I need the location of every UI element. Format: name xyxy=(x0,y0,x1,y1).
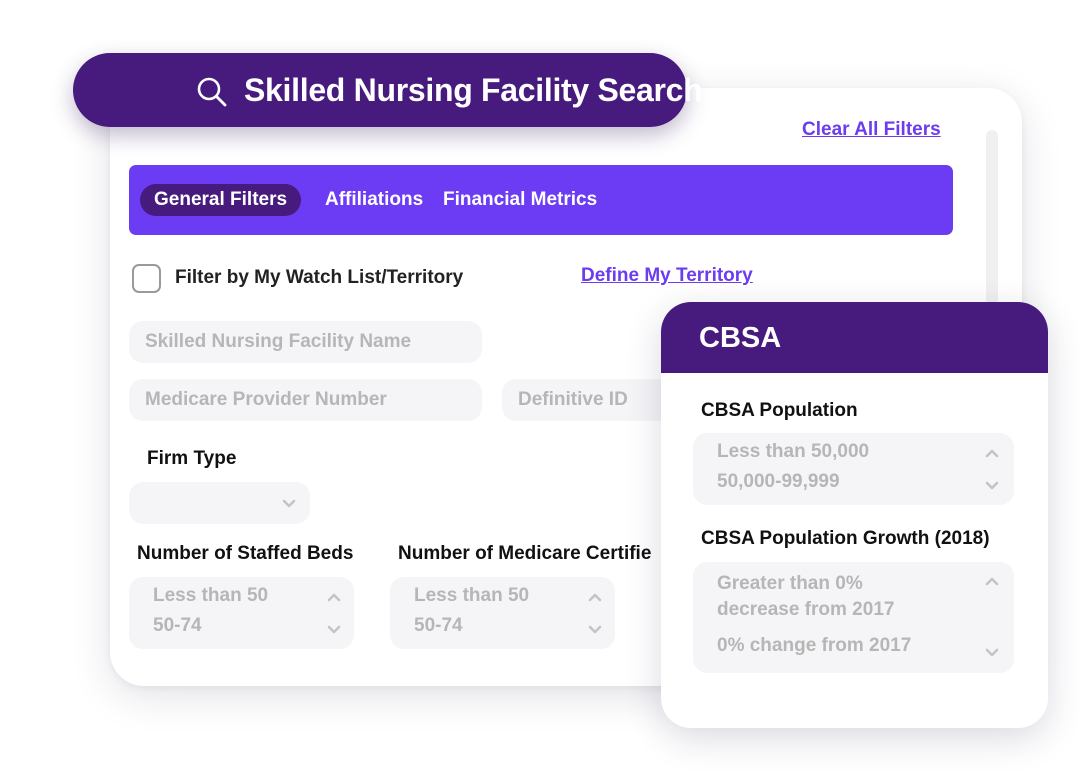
watchlist-checkbox[interactable] xyxy=(132,264,161,293)
define-territory-link[interactable]: Define My Territory xyxy=(581,265,753,287)
list-option[interactable]: Less than 50 xyxy=(414,585,529,607)
medicare-certified-label: Number of Medicare Certifie xyxy=(398,543,652,564)
list-option[interactable]: Greater than 0% xyxy=(717,573,863,595)
filter-tab-bar: General Filters Affiliations Financial M… xyxy=(129,165,953,235)
search-header: Skilled Nursing Facility Search xyxy=(73,53,703,127)
cbsa-growth-listbox[interactable]: Greater than 0% decrease from 2017 0% ch… xyxy=(693,562,1014,673)
definitive-id-input[interactable]: Definitive ID xyxy=(502,379,672,421)
cbsa-header: CBSA xyxy=(661,302,1048,373)
watchlist-label: Filter by My Watch List/Territory xyxy=(175,267,464,288)
facility-name-input[interactable]: Skilled Nursing Facility Name xyxy=(129,321,482,363)
clear-all-filters-link[interactable]: Clear All Filters xyxy=(802,119,941,141)
chevron-down-icon[interactable] xyxy=(985,481,999,491)
staffed-beds-label: Number of Staffed Beds xyxy=(137,543,354,564)
chevron-down-icon[interactable] xyxy=(588,625,602,635)
chevron-up-icon[interactable] xyxy=(985,448,999,458)
chevron-down-icon xyxy=(282,499,296,508)
list-option[interactable]: 0% change from 2017 xyxy=(717,635,911,657)
medicare-certified-listbox[interactable]: Less than 50 50-74 xyxy=(390,577,615,649)
chevron-up-icon[interactable] xyxy=(588,592,602,602)
medicare-provider-input[interactable]: Medicare Provider Number xyxy=(129,379,482,421)
tab-affiliations[interactable]: Affiliations xyxy=(325,184,423,216)
list-option[interactable]: 50,000-99,999 xyxy=(717,471,840,493)
firm-type-select[interactable] xyxy=(129,482,310,524)
scrollbar[interactable] xyxy=(986,130,998,330)
staffed-beds-listbox[interactable]: Less than 50 50-74 xyxy=(129,577,354,649)
list-option[interactable]: Less than 50,000 xyxy=(717,441,869,463)
list-option[interactable]: 50-74 xyxy=(153,615,202,637)
tab-financial-metrics[interactable]: Financial Metrics xyxy=(443,184,597,216)
list-option[interactable]: 50-74 xyxy=(414,615,463,637)
chevron-down-icon[interactable] xyxy=(327,625,341,635)
chevron-up-icon[interactable] xyxy=(985,576,999,586)
tab-general-filters[interactable]: General Filters xyxy=(140,184,302,216)
cbsa-card: CBSA CBSA Population Less than 50,000 50… xyxy=(661,302,1048,728)
page-title: Skilled Nursing Facility Search xyxy=(244,72,703,108)
search-icon xyxy=(197,77,227,107)
cbsa-growth-label: CBSA Population Growth (2018) xyxy=(701,528,990,549)
list-option[interactable]: Less than 50 xyxy=(153,585,268,607)
cbsa-population-label: CBSA Population xyxy=(701,400,858,421)
list-option[interactable]: decrease from 2017 xyxy=(717,599,894,621)
cbsa-population-listbox[interactable]: Less than 50,000 50,000-99,999 xyxy=(693,433,1014,505)
firm-type-label: Firm Type xyxy=(147,448,237,469)
chevron-up-icon[interactable] xyxy=(327,592,341,602)
chevron-down-icon[interactable] xyxy=(985,648,999,658)
cbsa-title: CBSA xyxy=(699,322,782,354)
